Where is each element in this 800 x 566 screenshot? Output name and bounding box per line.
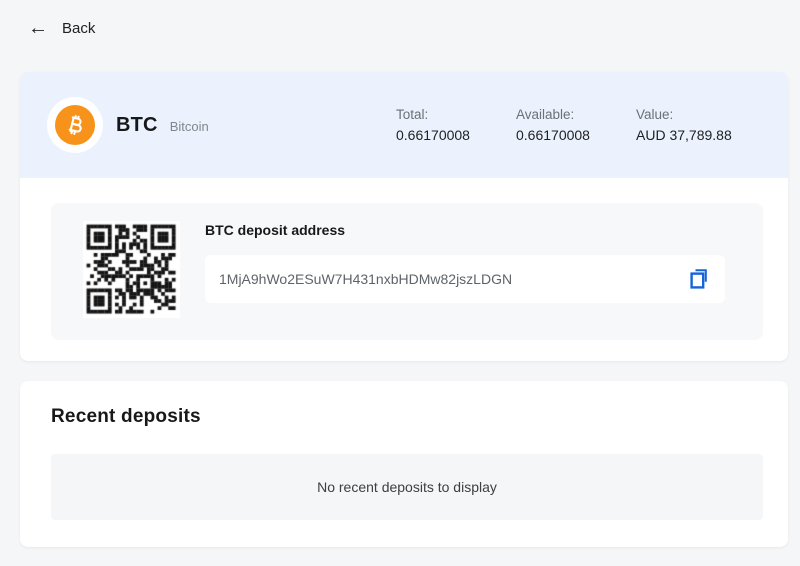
stat-value-value: AUD 37,789.88: [636, 127, 732, 143]
asset-card: BTC Bitcoin Total: 0.66170008 Available:…: [20, 72, 788, 361]
asset-name: Bitcoin: [169, 118, 209, 134]
qr-code: [83, 221, 180, 318]
stat-total-value: 0.66170008: [396, 127, 470, 143]
back-button[interactable]: ← Back: [28, 18, 95, 38]
stat-available-value: 0.66170008: [516, 127, 590, 143]
recent-deposits-card: Recent deposits No recent deposits to di…: [20, 381, 788, 547]
asset-stats: Total: 0.66170008 Available: 0.66170008 …: [396, 107, 758, 143]
asset-header: BTC Bitcoin Total: 0.66170008 Available:…: [20, 72, 788, 178]
deposit-address-field[interactable]: 1MjA9hWo2ESuW7H431nxbHDMw82jszLDGN: [205, 255, 725, 303]
recent-deposits-title: Recent deposits: [51, 406, 201, 427]
bitcoin-icon: [47, 97, 103, 153]
asset-symbol: BTC: [116, 113, 158, 136]
copy-address-button[interactable]: [687, 266, 711, 292]
deposit-panel: BTC deposit address 1MjA9hWo2ESuW7H431nx…: [51, 203, 763, 340]
stat-value: Value: AUD 37,789.88: [636, 107, 754, 143]
recent-deposits-empty-panel: No recent deposits to display: [51, 454, 763, 520]
bitcoin-icon-circle: [55, 105, 95, 145]
deposit-address-text: 1MjA9hWo2ESuW7H431nxbHDMw82jszLDGN: [219, 271, 513, 287]
deposit-address-title: BTC deposit address: [205, 222, 346, 238]
asset-titles: BTC Bitcoin: [116, 114, 209, 137]
stat-value-label: Value:: [636, 107, 674, 122]
recent-deposits-empty-message: No recent deposits to display: [317, 479, 497, 495]
copy-icon: [689, 268, 709, 290]
stat-total: Total: 0.66170008: [396, 107, 492, 143]
back-label: Back: [62, 19, 96, 37]
back-arrow-icon: ←: [28, 17, 48, 39]
stat-available-label: Available:: [516, 107, 575, 122]
stat-available: Available: 0.66170008: [516, 107, 612, 143]
stat-total-label: Total:: [396, 107, 429, 122]
deposit-details: BTC deposit address 1MjA9hWo2ESuW7H431nx…: [205, 218, 743, 325]
